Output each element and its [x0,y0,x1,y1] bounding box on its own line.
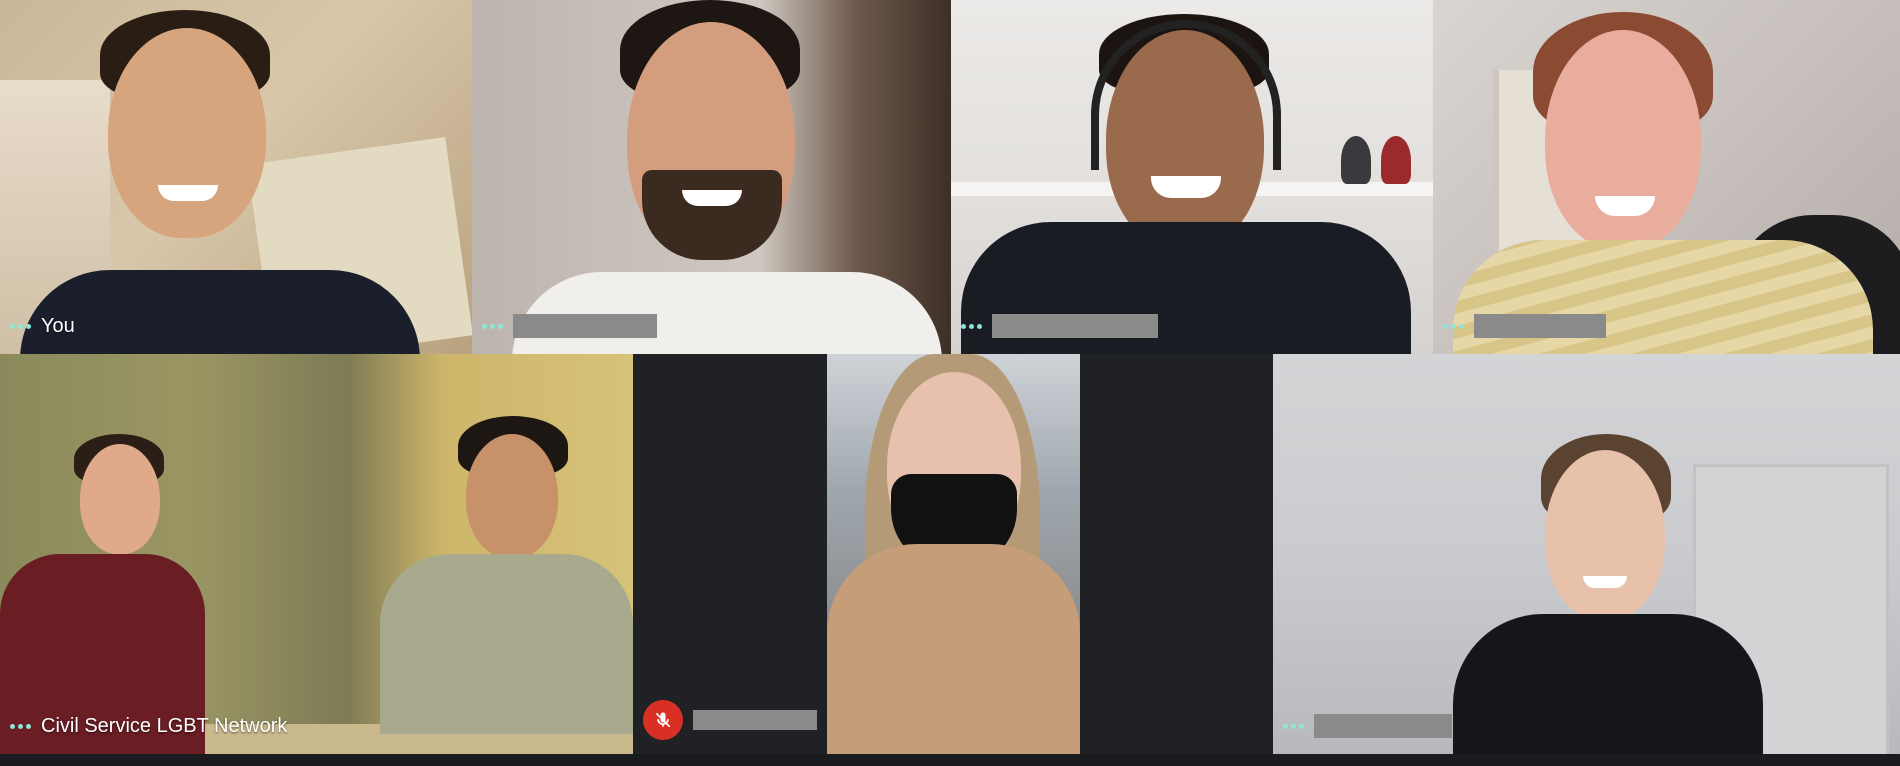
participant-smile [1151,176,1221,198]
participant-smile [1583,576,1627,588]
participant-face [108,28,266,238]
more-options-icon[interactable] [1283,723,1304,729]
participant-face [1545,450,1665,620]
participant-body [512,272,942,354]
more-options-icon[interactable] [961,323,982,329]
video-tile-lgbt-network[interactable]: Civil Service LGBT Network [0,354,633,754]
redacted-participant-name [1314,714,1452,738]
participant-face [1545,30,1701,250]
redacted-participant-name [693,710,817,730]
more-options-icon[interactable] [10,324,31,329]
participant-body [1453,614,1763,754]
participant-body [380,554,633,734]
participant-label [482,314,657,338]
more-options-icon[interactable] [482,323,503,329]
video-tile-participant-7[interactable] [1273,354,1900,754]
participant-face [80,444,160,554]
video-tile-participant-3[interactable] [951,0,1433,354]
participant-label [1443,314,1606,338]
participant-label [1283,714,1452,738]
video-tile-you[interactable]: You [0,0,472,354]
more-options-icon[interactable] [10,724,31,729]
redacted-participant-name [513,314,657,338]
vase [1381,136,1411,184]
video-tile-participant-6[interactable] [633,354,1273,754]
participant-name: Civil Service LGBT Network [41,715,288,737]
video-tile-participant-4[interactable] [1433,0,1900,354]
participant-smile [682,190,742,206]
participant-smile [158,185,218,201]
participant-body [827,544,1080,754]
participant-label: Civil Service LGBT Network [10,715,287,738]
participant-label [643,700,817,740]
more-options-icon[interactable] [1443,323,1464,329]
participant-label [961,314,1158,338]
participant-face [466,434,558,558]
participant-body [20,270,420,354]
mic-off-icon[interactable] [643,700,683,740]
redacted-participant-name [1474,314,1606,338]
video-tile-participant-2[interactable] [472,0,951,354]
redacted-participant-name [992,314,1158,338]
vase [1341,136,1371,184]
bottom-bar [0,754,1900,766]
participant-label: You [10,315,75,338]
participant-name: You [41,315,75,337]
